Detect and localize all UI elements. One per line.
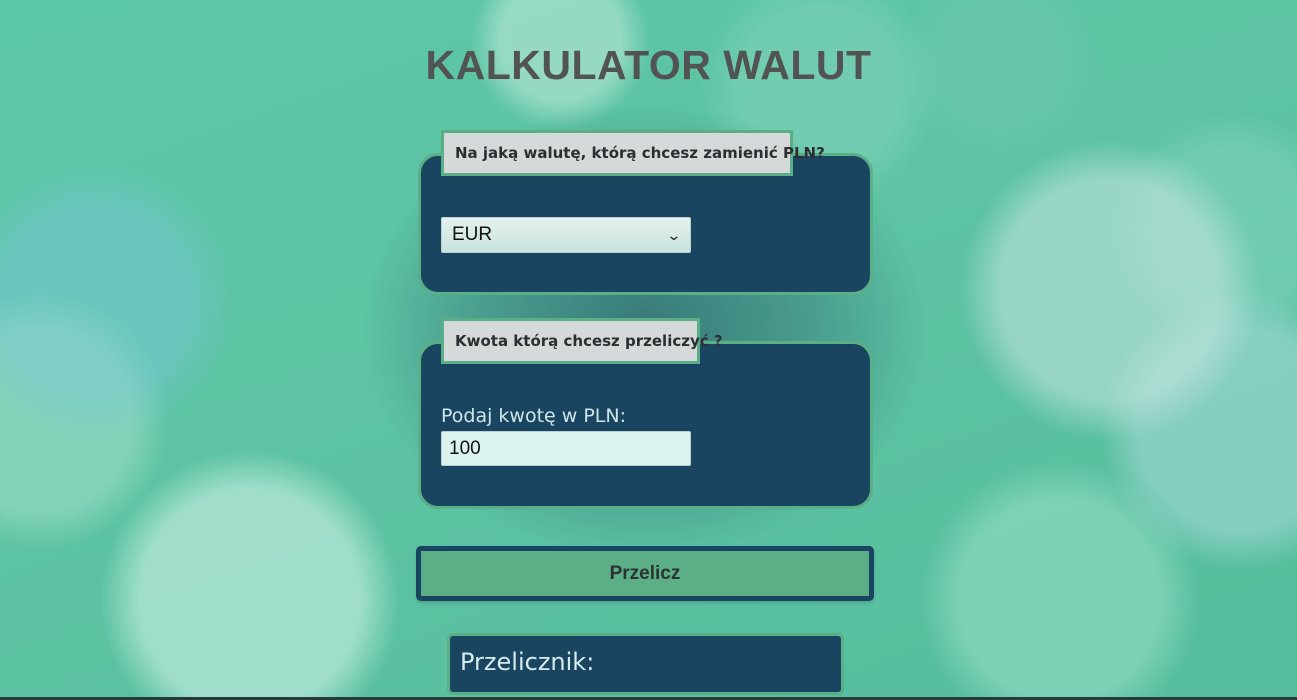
amount-legend: Kwota którą chcesz przeliczyć ? bbox=[441, 318, 723, 364]
currency-legend: Na jaką walutę, którą chcesz zamienić PL… bbox=[441, 130, 825, 176]
amount-input[interactable]: 100 bbox=[441, 431, 691, 466]
convert-button[interactable]: Przelicz bbox=[416, 546, 874, 601]
page-title: KALKULATOR WALUT bbox=[425, 42, 872, 88]
currency-select-value: EUR bbox=[452, 224, 493, 245]
chevron-down-icon: ⌄ bbox=[666, 226, 682, 243]
convert-button-label: Przelicz bbox=[609, 562, 681, 584]
currency-select[interactable]: EUR ⌄ bbox=[441, 217, 691, 253]
result-label: Przelicznik: bbox=[460, 648, 595, 676]
amount-label: Podaj kwotę w PLN: bbox=[441, 405, 627, 427]
